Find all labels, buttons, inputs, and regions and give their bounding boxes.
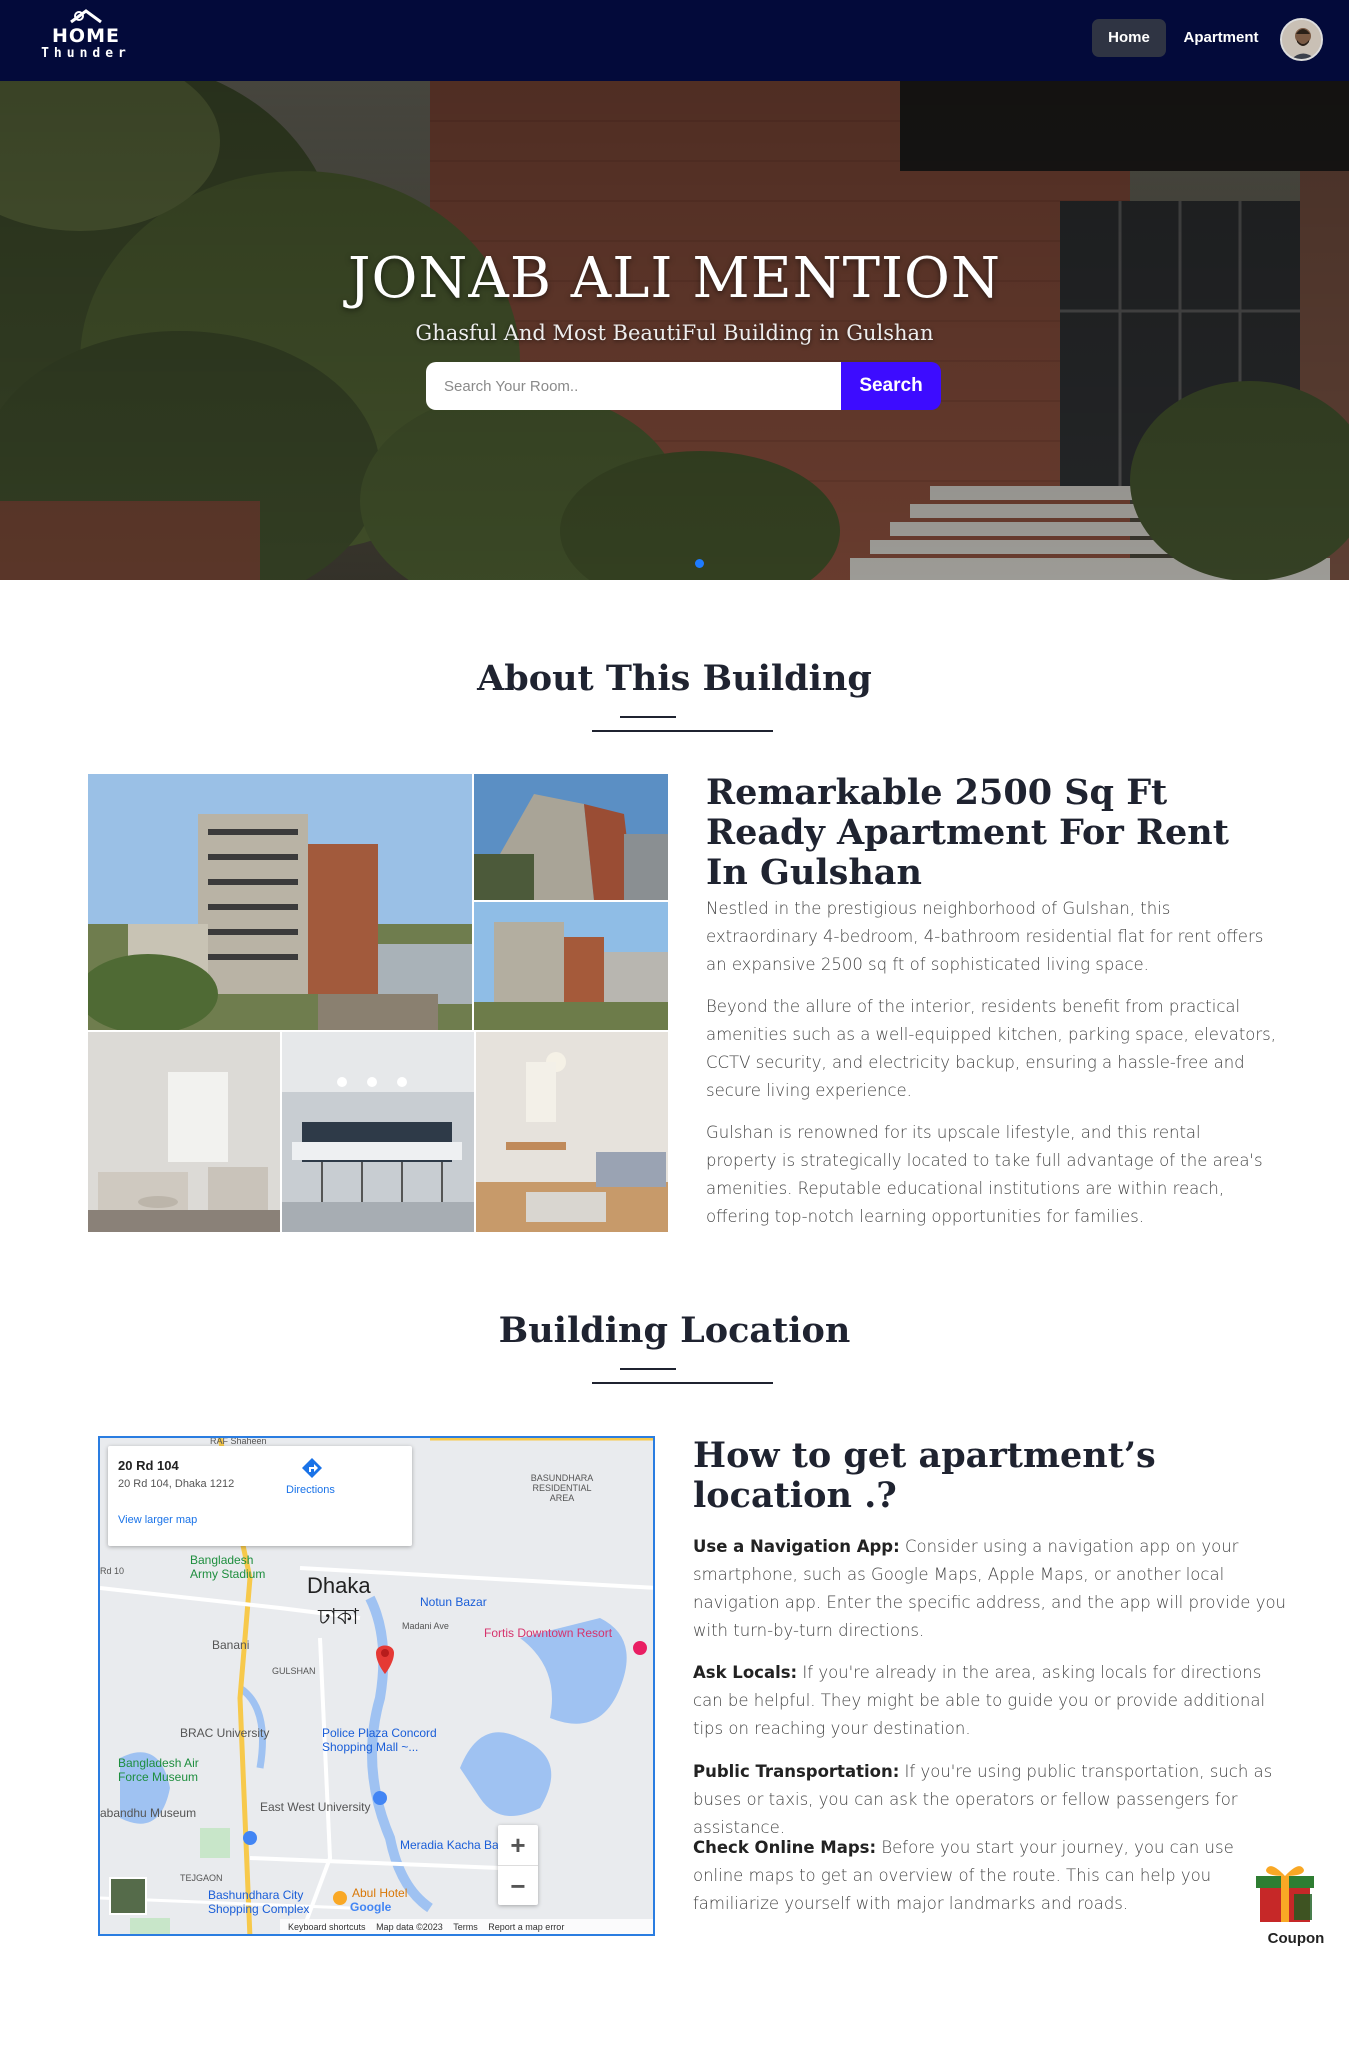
brand-logo[interactable]: HOME Thunder [36,8,136,72]
user-avatar[interactable] [1280,18,1323,61]
map-label: Fortis Downtown Resort [484,1626,613,1640]
map-label: Dhaka [307,1573,371,1598]
zoom-out-button[interactable]: − [498,1865,538,1905]
map-label: Banani [212,1638,250,1652]
room-search-input[interactable] [426,362,841,410]
map-label: Abul Hotel [352,1886,408,1900]
location-heading: How to get apartment’s location .? [693,1435,1156,1516]
nav-home-link[interactable]: Home [1092,19,1166,57]
gallery-image-3[interactable] [474,902,668,1030]
map-label: Rd 10 [100,1566,125,1576]
building-front-photo [474,902,668,1030]
location-tip: Ask Locals: If you're already in the are… [693,1659,1288,1743]
place-address: 20 Rd 104, Dhaka 1212 [118,1478,235,1490]
hero-banner: JONAB ALI MENTION Ghasful And Most Beaut… [0,81,1349,580]
search-button[interactable]: Search [841,362,941,410]
directions-link[interactable]: Directions [286,1484,335,1496]
dining-room-photo [476,1032,668,1232]
map-footer: Keyboard shortcuts Map data ©2023 Terms … [280,1919,653,1934]
terms-link[interactable]: Terms [453,1922,478,1932]
map-label: RAF Shaheen [210,1436,267,1446]
directions-icon[interactable] [300,1456,324,1480]
about-paragraph: Nestled in the prestigious neighborhood … [706,899,1264,974]
location-section-title: Building Location [498,1310,851,1351]
hero-title: JONAB ALI MENTION [348,246,1001,311]
report-map-error-link[interactable]: Report a map error [488,1922,564,1932]
coupon-label: Coupon [1267,1930,1325,1947]
living-room-photo [88,1032,280,1232]
location-tip: Public Transportation: If you're using p… [693,1758,1288,1842]
map-label: Bangladesh Air Force Museum [118,1756,199,1784]
gallery-image-6[interactable] [476,1032,668,1232]
map-label: BRAC University [180,1726,270,1740]
hero-subtitle: Ghasful And Most BeautiFul Building in G… [415,321,934,345]
about-divider-long [592,730,773,732]
map-label: Bangladesh Army Stadium [190,1553,266,1581]
map-label: abandhu Museum [100,1806,197,1820]
building-gallery [88,774,668,1232]
location-divider-short [620,1368,676,1370]
kitchen-photo [282,1032,474,1232]
map-zoom-controls: + − [498,1825,538,1905]
keyboard-shortcuts-link[interactable]: Keyboard shortcuts [288,1922,366,1932]
map-label: Police Plaza Concord Shopping Mall ~... [322,1726,437,1754]
location-tip-label: Use a Navigation App: [693,1537,900,1556]
gallery-image-main[interactable] [88,774,472,1030]
about-section-title: About This Building [477,658,872,699]
logo-word: HOME [52,25,120,47]
building-exterior-photo [88,774,472,1030]
gallery-image-4[interactable] [88,1032,280,1232]
top-navbar: HOME Thunder Home Apartment [0,0,1349,81]
map-label: East West University [260,1800,371,1814]
map-data-text: Map data ©2023 [376,1922,443,1932]
logo-sub: Thunder [41,46,131,61]
map-label: Madani Ave [402,1621,449,1631]
location-divider-long [592,1382,773,1384]
coupon-widget[interactable]: Coupon [1248,1858,1344,1958]
google-logo: Google [350,1900,392,1914]
map-label: ঢাকা [318,1604,359,1629]
map-label: Notun Bazar [420,1595,487,1609]
map-label: TEJGAON [180,1873,223,1883]
about-paragraph: Beyond the allure of the interior, resid… [706,997,1277,1100]
nav-apartment-link[interactable]: Apartment [1172,19,1270,57]
about-heading: Remarkable 2500 Sq Ft Ready Apartment Fo… [706,772,1229,893]
place-info-card: 20 Rd 104 20 Rd 104, Dhaka 1212 Directio… [108,1446,412,1546]
location-tip-label: Public Transportation: [693,1762,900,1781]
view-larger-map-link[interactable]: View larger map [118,1514,197,1526]
about-divider-short [620,716,676,718]
location-tip: Use a Navigation App: Consider using a n… [693,1533,1288,1645]
zoom-in-button[interactable]: + [498,1825,538,1865]
place-title: 20 Rd 104 [118,1458,179,1473]
gift-box-icon [1256,1866,1314,1922]
about-paragraph: Gulshan is renowned for its upscale life… [706,1123,1263,1226]
carousel-indicator-dot[interactable] [695,559,704,568]
location-tip-label: Ask Locals: [693,1663,798,1682]
building-side-photo [474,774,668,900]
user-avatar-image [1282,20,1321,59]
location-tip-label: Check Online Maps: [693,1838,877,1857]
map-label: GULSHAN [272,1666,316,1676]
gallery-image-5[interactable] [282,1032,474,1232]
gallery-image-2[interactable] [474,774,668,900]
embedded-map[interactable]: RAF Shaheen BASUNDHARA RESIDENTIAL AREA … [98,1436,655,1936]
map-label: Bashundhara City Shopping Complex [208,1888,310,1916]
location-tip: Check Online Maps: Before you start your… [693,1834,1288,1918]
map-label: BASUNDHARA RESIDENTIAL AREA [530,1473,594,1503]
